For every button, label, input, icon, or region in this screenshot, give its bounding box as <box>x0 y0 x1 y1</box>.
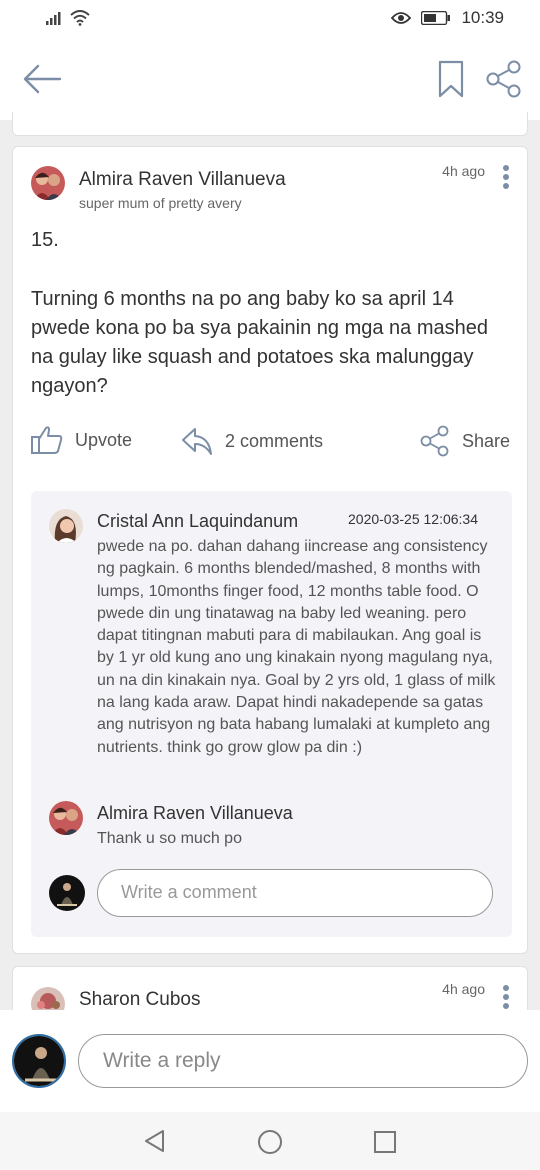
comments-section: Cristal Ann Laquindanum 2020-03-25 12:06… <box>31 491 512 937</box>
comment-author[interactable]: Cristal Ann Laquindanum <box>97 511 298 532</box>
more-dot-icon <box>503 1003 509 1009</box>
back-triangle-icon[interactable] <box>143 1129 165 1153</box>
bookmark-icon <box>438 60 464 98</box>
wifi-icon <box>70 10 90 26</box>
author-subtitle: super mum of pretty avery <box>79 195 242 211</box>
commenter-avatar[interactable] <box>49 801 83 835</box>
bookmark-button[interactable] <box>437 60 465 98</box>
more-dot-icon <box>503 183 509 189</box>
system-nav-bar <box>0 1112 540 1170</box>
signal-icon <box>46 12 61 25</box>
share-label: Share <box>462 430 511 451</box>
post-number: 15. <box>31 229 59 251</box>
comment-input[interactable]: Write a comment <box>97 869 493 917</box>
status-time: 10:39 <box>461 8 504 27</box>
status-bar: 10:39 <box>0 0 540 38</box>
author-name[interactable]: Sharon Cubos <box>79 989 200 1011</box>
share-icon <box>486 60 521 98</box>
current-user-avatar <box>12 1034 66 1088</box>
comment-date: 2020-03-25 12:06:34 <box>348 511 478 527</box>
back-button[interactable] <box>22 62 62 96</box>
current-user-avatar <box>49 875 85 911</box>
post-actions: Upvote 2 comments Share <box>13 425 529 461</box>
comments-label: 2 comments <box>225 430 324 451</box>
more-options-button[interactable] <box>501 985 511 1011</box>
app-header <box>0 38 540 120</box>
commenter-avatar[interactable] <box>49 509 83 543</box>
home-circle-icon[interactable] <box>257 1129 283 1155</box>
reply-input[interactable]: Write a reply <box>78 1034 528 1088</box>
reply-arrow-icon <box>182 428 212 455</box>
more-dot-icon <box>503 994 509 1000</box>
post-card: Almira Raven Villanueva super mum of pre… <box>12 146 528 954</box>
upvote-label: Upvote <box>75 429 133 450</box>
more-options-button[interactable] <box>501 165 511 191</box>
author-avatar[interactable] <box>31 166 65 200</box>
share-button[interactable] <box>486 60 522 98</box>
more-dot-icon <box>503 174 509 180</box>
thumbs-up-icon <box>31 426 63 454</box>
reply-bar: Write a reply <box>0 1010 540 1112</box>
comment-text: pwede na po. dahan dahang iincrease ang … <box>97 538 496 756</box>
recents-square-icon[interactable] <box>373 1130 397 1154</box>
back-arrow-icon <box>23 64 62 94</box>
comments-button[interactable]: 2 comments <box>181 425 323 457</box>
share-icon <box>420 425 449 457</box>
share-post-button[interactable]: Share <box>420 425 510 457</box>
eye-icon <box>391 12 412 24</box>
author-name[interactable]: Almira Raven Villanueva <box>79 169 286 191</box>
post-body: Turning 6 months na po ang baby ko sa ap… <box>31 288 488 397</box>
more-dot-icon <box>503 985 509 991</box>
comment-text: Thank u so much po <box>97 830 242 847</box>
previous-card-edge <box>12 112 528 136</box>
post-time: 4h ago <box>442 981 485 997</box>
post-time: 4h ago <box>442 163 485 179</box>
upvote-button[interactable]: Upvote <box>31 425 132 455</box>
battery-icon <box>421 11 451 25</box>
more-dot-icon <box>503 165 509 171</box>
comment-author[interactable]: Almira Raven Villanueva <box>97 803 293 824</box>
